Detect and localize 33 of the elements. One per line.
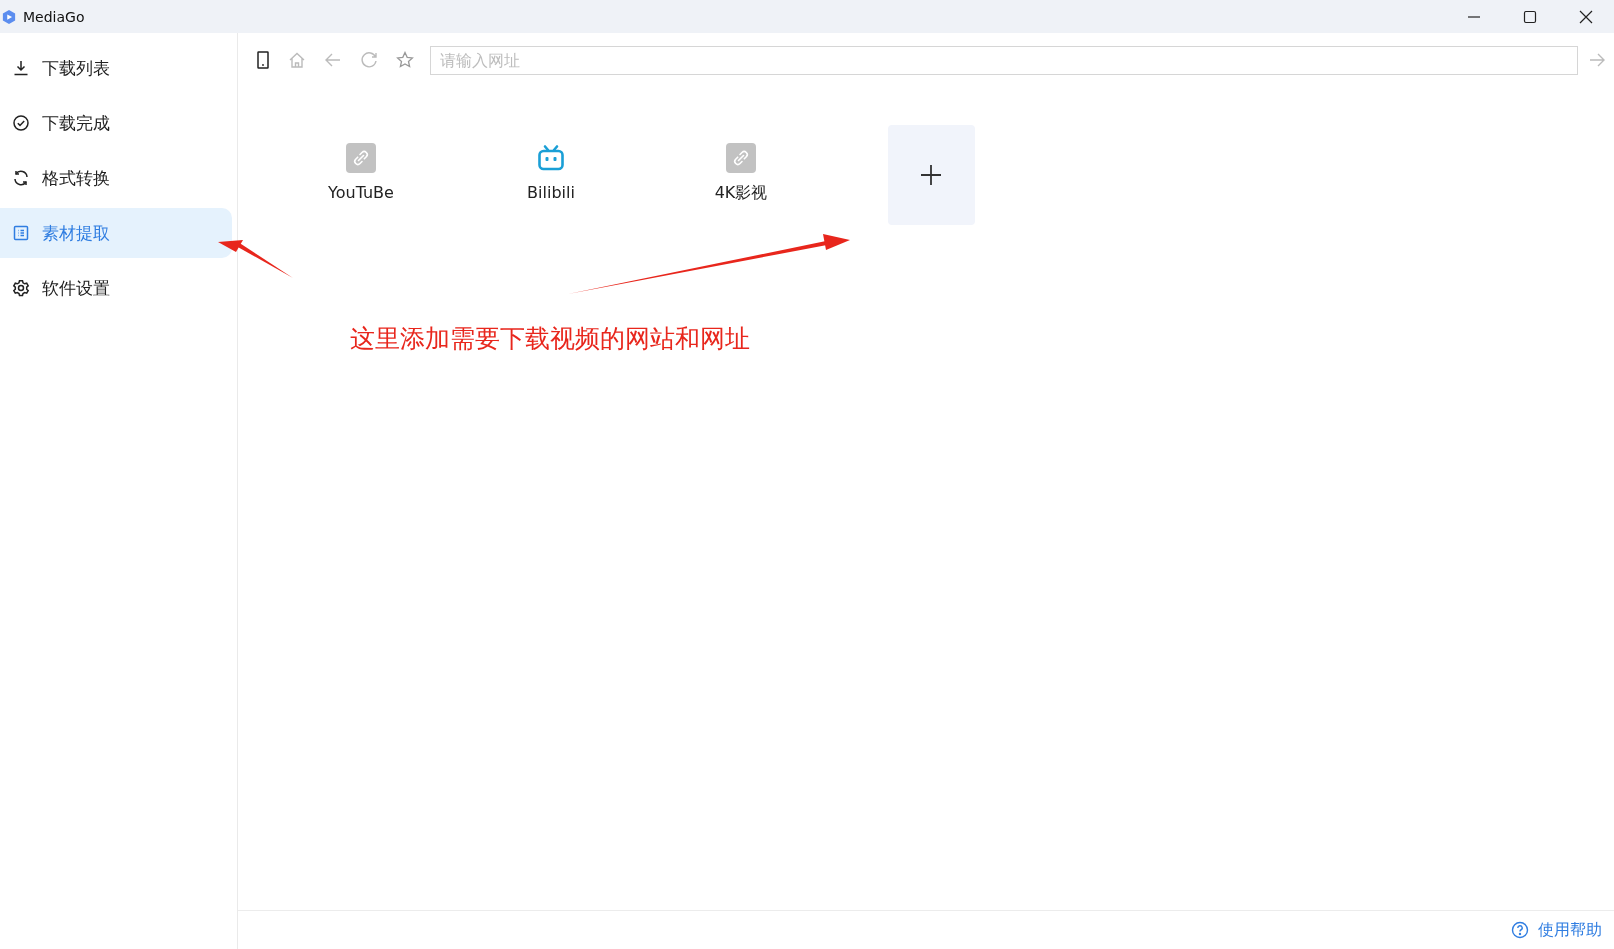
annotation-text: 这里添加需要下载视频的网站和网址: [350, 323, 751, 355]
sidebar-item[interactable]: 格式转换: [0, 153, 232, 203]
maximize-icon: [1523, 9, 1537, 24]
settings-icon: [12, 279, 30, 297]
sidebar-item[interactable]: 下载完成: [0, 98, 232, 148]
back-arrow-icon[interactable]: [324, 51, 342, 69]
refresh-icon: [12, 169, 30, 187]
plus-icon: [920, 164, 942, 186]
list-icon: [12, 224, 30, 242]
add-site-button[interactable]: [887, 125, 975, 225]
site-shortcut[interactable]: YouTuBe: [266, 125, 456, 225]
sidebar-item[interactable]: 下载列表: [0, 43, 232, 93]
close-icon: [1579, 9, 1593, 24]
sidebar-item[interactable]: 素材提取: [0, 208, 232, 258]
link-icon: [726, 143, 756, 173]
star-icon[interactable]: [396, 51, 414, 69]
site-shortcut[interactable]: 4K影视: [646, 125, 836, 225]
window-title: MediaGo: [23, 8, 85, 25]
refresh-icon[interactable]: [360, 51, 378, 69]
minimize-icon: [1467, 15, 1481, 18]
link-icon: [346, 143, 376, 173]
phone-icon[interactable]: [256, 51, 270, 69]
sidebar-item[interactable]: 软件设置: [0, 263, 232, 313]
help-link[interactable]: 使用帮助: [1511, 919, 1602, 941]
home-icon[interactable]: [288, 51, 306, 69]
url-input-field[interactable]: 请输入网址: [430, 45, 1578, 75]
help-icon: [1511, 921, 1529, 939]
app-logo-icon: [2, 8, 16, 25]
tv-icon: [536, 143, 566, 173]
check-circle-icon: [12, 114, 30, 132]
go-arrow-icon[interactable]: [1588, 51, 1606, 69]
site-shortcut[interactable]: Bilibili: [456, 125, 646, 225]
download-icon: [12, 59, 30, 77]
